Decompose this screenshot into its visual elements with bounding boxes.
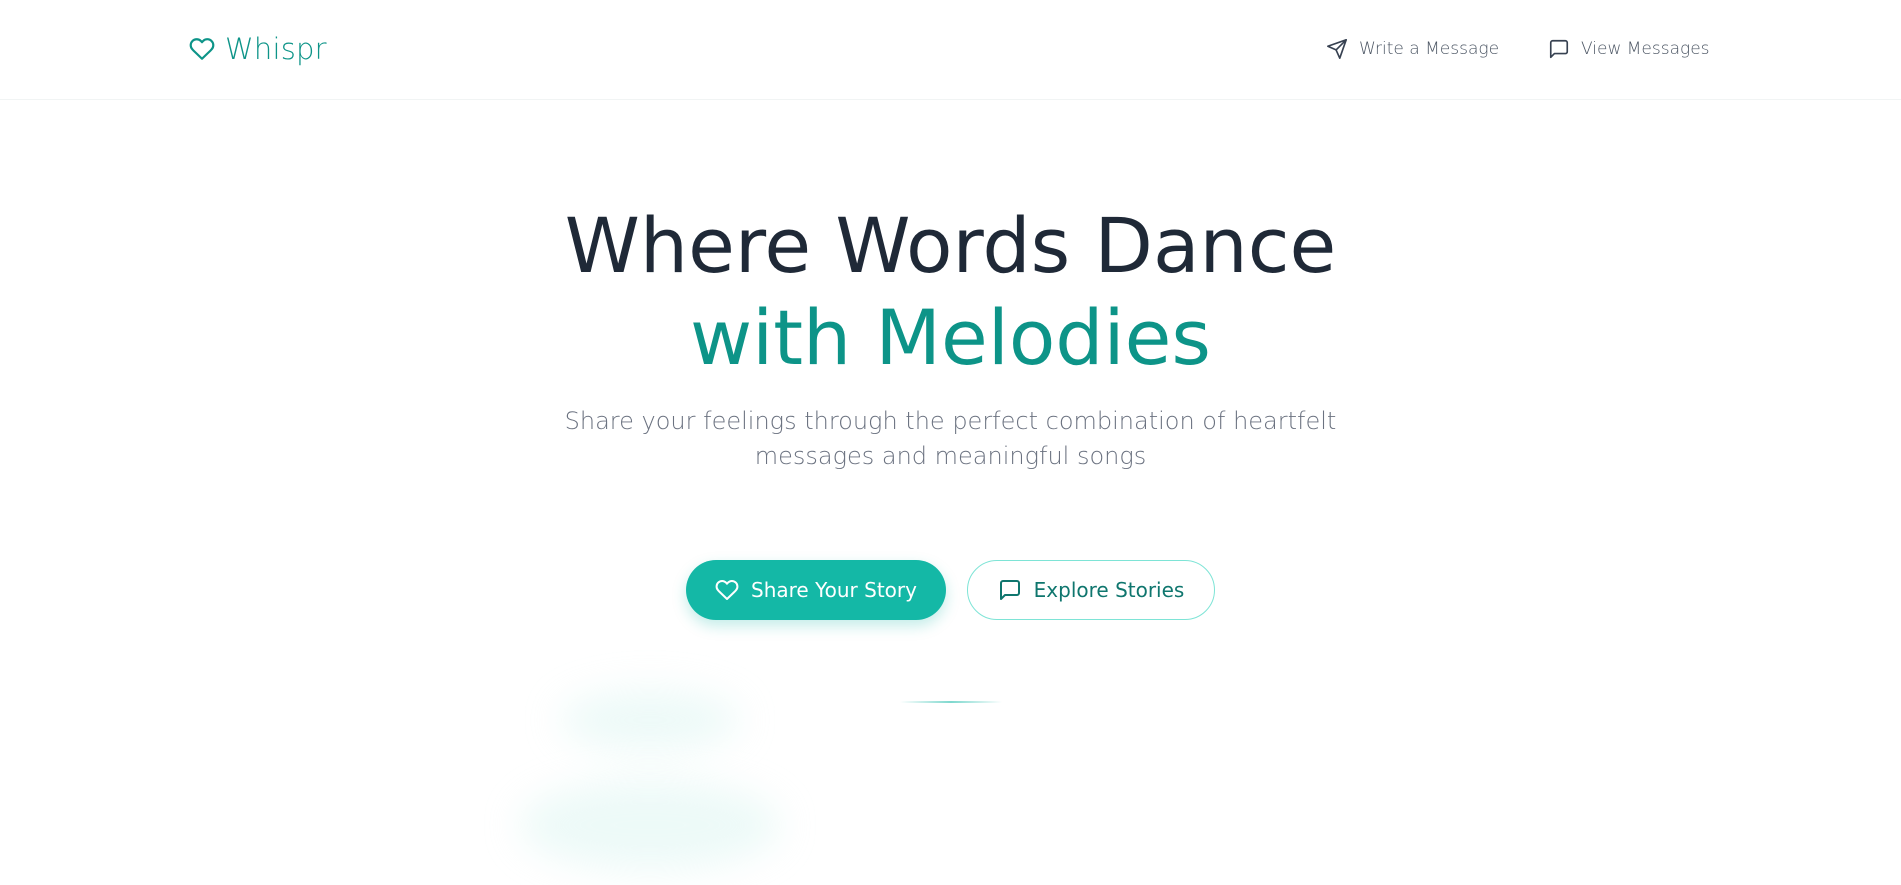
nav-view-messages[interactable]: View Messages [1548, 38, 1710, 60]
logo-text: Whispr [225, 32, 327, 66]
decorative-blur [520, 780, 780, 870]
share-story-label: Share Your Story [751, 578, 917, 602]
hero-subtitle: Share your feelings through the perfect … [564, 407, 1337, 470]
nav-write-message[interactable]: Write a Message [1326, 38, 1499, 60]
top-navbar: Whispr Write a Message View Messages [0, 0, 1901, 100]
message-square-icon [1548, 38, 1570, 60]
send-icon [1326, 38, 1348, 60]
hero-title-line2: with Melodies [689, 293, 1212, 382]
explore-stories-label: Explore Stories [1033, 578, 1185, 602]
share-story-button[interactable]: Share Your Story [686, 560, 946, 620]
heart-icon [715, 578, 739, 602]
cta-buttons: Share Your Story Explore Stories [0, 560, 1901, 620]
heart-icon [189, 36, 215, 62]
explore-stories-button[interactable]: Explore Stories [967, 560, 1215, 620]
decorative-blur [560, 690, 740, 750]
decorative-divider [900, 701, 1002, 703]
logo-link[interactable]: Whispr [189, 32, 327, 66]
nav-write-message-label: Write a Message [1359, 39, 1500, 59]
message-square-icon [998, 578, 1022, 602]
hero-title-line1: Where Words Dance [564, 201, 1337, 290]
nav-view-messages-label: View Messages [1581, 39, 1710, 59]
hero-section: Where Words Dance with Melodies Share yo… [0, 200, 1901, 474]
